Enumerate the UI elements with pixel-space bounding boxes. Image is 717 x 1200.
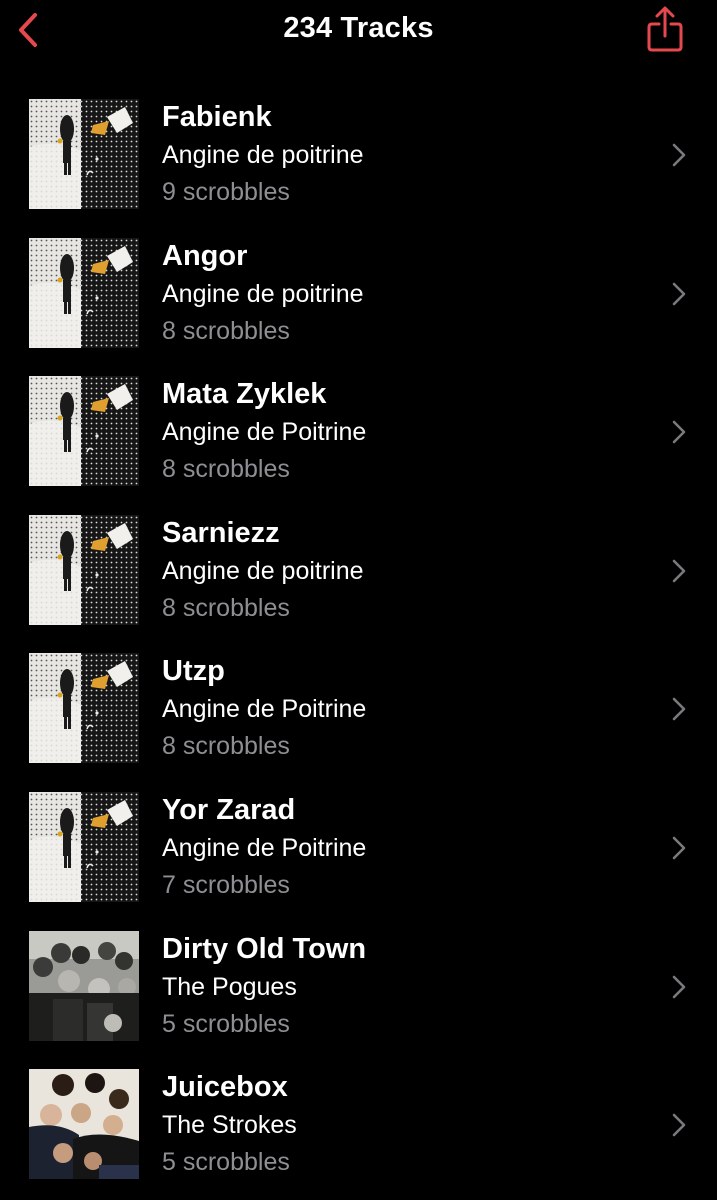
track-title: Mata Zyklek	[162, 378, 327, 411]
chevron-right-icon	[672, 698, 686, 721]
album-artwork	[29, 791, 139, 902]
track-artist: Angine de Poitrine	[162, 418, 367, 447]
scrobble-count: 9 scrobbles	[162, 178, 290, 206]
album-artwork	[29, 930, 139, 1041]
page-title: 234 Tracks	[283, 12, 434, 44]
scrobble-count: 5 scrobbles	[162, 1148, 290, 1177]
album-artwork	[29, 99, 139, 209]
album-artwork	[29, 653, 139, 764]
share-icon	[647, 6, 683, 52]
scrobble-count: 8 scrobbles	[162, 732, 290, 761]
track-title: Dirty Old Town	[162, 932, 367, 965]
track-row[interactable]: Yor Zarad Angine de Poitrine 7 scrobbles	[0, 777, 717, 916]
track-title: Sarniezz	[162, 516, 280, 549]
navigation-bar: 234 Tracks	[0, 0, 717, 64]
track-row[interactable]: Utzp Angine de Poitrine 8 scrobbles	[0, 638, 717, 777]
track-row[interactable]: Dirty Old Town The Pogues 5 scrobbles	[0, 916, 717, 1055]
track-row[interactable]: Mata Zyklek Angine de Poitrine 8 scrobbles	[0, 361, 717, 500]
track-artist: Angine de poitrine	[162, 556, 364, 585]
track-title: Angor	[162, 239, 248, 272]
track-artist: Angine de Poitrine	[162, 833, 367, 862]
track-artist: Angine de poitrine	[162, 141, 364, 169]
album-artwork	[29, 376, 139, 487]
chevron-right-icon	[672, 282, 686, 305]
chevron-right-icon	[672, 559, 686, 583]
track-title: Fabienk	[162, 101, 272, 133]
scrobble-count: 8 scrobbles	[162, 316, 290, 345]
track-row[interactable]: Angor Angine de poitrine 8 scrobbles	[0, 223, 717, 362]
track-row[interactable]: Juicebox The Strokes 5 scrobbles	[0, 1054, 717, 1193]
track-title: Juicebox	[162, 1071, 288, 1104]
album-artwork	[29, 1069, 139, 1180]
chevron-right-icon	[672, 836, 686, 860]
track-artist: Angine de Poitrine	[162, 695, 367, 724]
share-button[interactable]	[643, 4, 687, 54]
chevron-right-icon	[672, 420, 686, 444]
track-title: Utzp	[162, 655, 225, 688]
track-artist: The Strokes	[162, 1111, 297, 1140]
track-row[interactable]: Sarniezz Angine de poitrine 8 scrobbles	[0, 500, 717, 639]
chevron-right-icon	[672, 1113, 686, 1137]
scrobble-count: 5 scrobbles	[162, 1009, 290, 1038]
chevron-right-icon	[672, 143, 686, 167]
track-artist: Angine de poitrine	[162, 279, 364, 308]
chevron-right-icon	[672, 975, 686, 998]
track-artist: The Pogues	[162, 972, 297, 1001]
scrobble-count: 7 scrobbles	[162, 870, 290, 899]
track-title: Yor Zarad	[162, 793, 296, 826]
track-list: Fabienk Angine de poitrine 9 scrobbles Ang…	[0, 84, 717, 1193]
album-artwork	[29, 514, 139, 625]
track-row[interactable]: Fabienk Angine de poitrine 9 scrobbles	[0, 84, 717, 223]
scrobble-count: 8 scrobbles	[162, 593, 290, 622]
album-artwork	[29, 237, 139, 348]
scrobble-count: 8 scrobbles	[162, 455, 290, 484]
